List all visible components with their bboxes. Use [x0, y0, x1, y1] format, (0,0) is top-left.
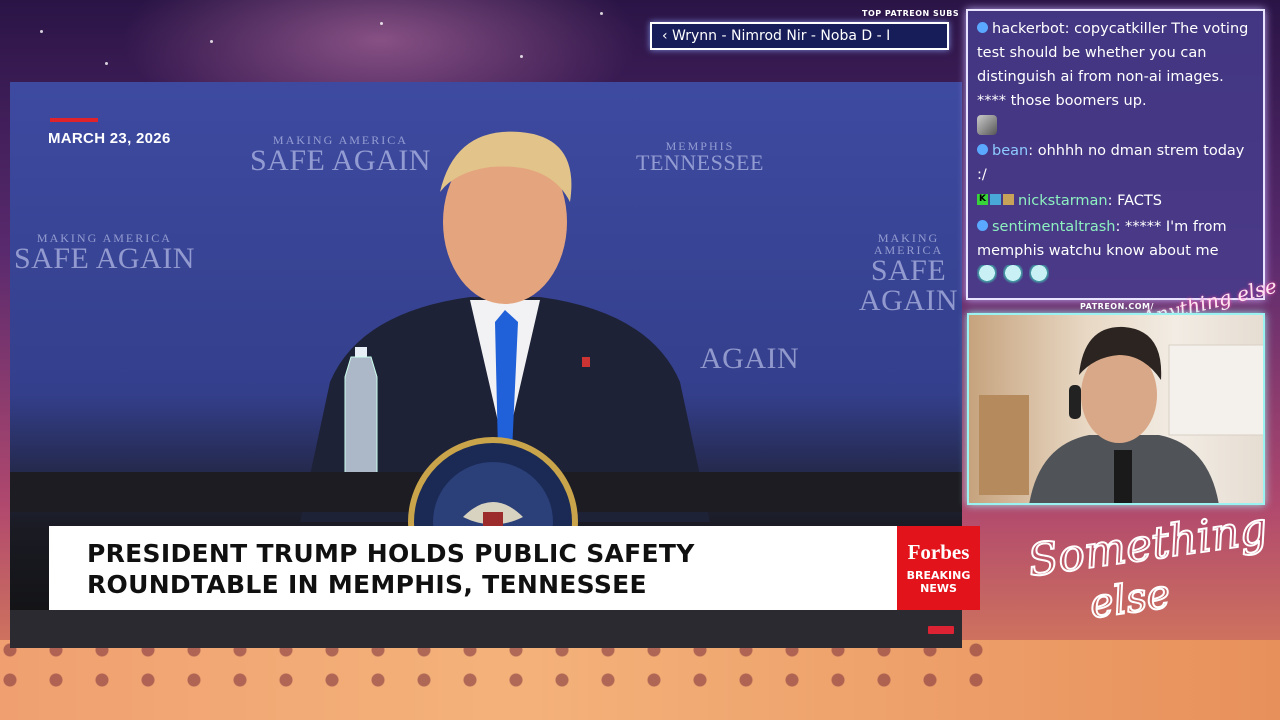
- breaking-news-label: BREAKING NEWS: [906, 569, 971, 595]
- viewer-badge-icon: [977, 219, 988, 231]
- sub-badge-icon: [990, 193, 1001, 205]
- kick-badge-icon: K: [977, 193, 988, 205]
- logo-word-2: else: [1087, 571, 1173, 625]
- chat-username[interactable]: hackerbot: [992, 21, 1065, 37]
- chat-username[interactable]: bean: [992, 143, 1028, 159]
- backdrop-logo-2: MAKING AMERICA SAFE AGAIN: [14, 231, 195, 275]
- gift-badge-icon: [1003, 193, 1014, 205]
- date-accent-bar: [50, 118, 98, 122]
- chat-username[interactable]: nickstarman: [1018, 193, 1108, 209]
- chat-panel[interactable]: hackerbot: copycatkiller The voting test…: [966, 9, 1265, 300]
- chat-message: bean: ohhhh no dman strem today :/: [977, 139, 1255, 187]
- forbes-breaking-badge: Forbes BREAKING NEWS: [897, 526, 980, 610]
- headline-text: PRESIDENT TRUMP HOLDS PUBLIC SAFETY ROUN…: [87, 539, 695, 599]
- backdrop-logo-3: MAKING AMERICA SAFE AGAIN: [858, 231, 959, 317]
- emote-icon: [977, 115, 997, 135]
- ghost-emote-icon: [977, 265, 997, 285]
- streamer-figure: [979, 326, 1263, 503]
- viewer-badge-icon: [977, 21, 988, 33]
- viewer-badge-icon: [977, 143, 988, 155]
- chat-message: Knickstarman: FACTS: [977, 189, 1255, 213]
- chat-text: : FACTS: [1107, 193, 1162, 209]
- ghost-emote-icon: [1003, 265, 1023, 285]
- ghost-emote-icon: [1029, 265, 1049, 285]
- forbes-logo: Forbes: [907, 540, 970, 564]
- chat-message: hackerbot: copycatkiller The voting test…: [977, 17, 1255, 137]
- broadcast-date: MARCH 23, 2026: [48, 130, 171, 147]
- webcam-feed: [967, 313, 1265, 505]
- subscribe-badge[interactable]: [928, 626, 954, 634]
- news-lower-third: PRESIDENT TRUMP HOLDS PUBLIC SAFETY ROUN…: [49, 526, 897, 610]
- patreon-subs-ticker: ‹ Wrynn - Nimrod Nir - Noba D - I: [650, 22, 949, 50]
- something-else-logo: Something else: [1025, 505, 1270, 625]
- floor-strip: [10, 610, 962, 648]
- water-bottle: [344, 347, 378, 482]
- chat-message: sentimentaltrash: ***** I'm from memphis…: [977, 215, 1255, 287]
- patreon-subs-label: TOP PATREON SUBS: [862, 9, 960, 18]
- chat-username[interactable]: sentimentaltrash: [992, 219, 1116, 235]
